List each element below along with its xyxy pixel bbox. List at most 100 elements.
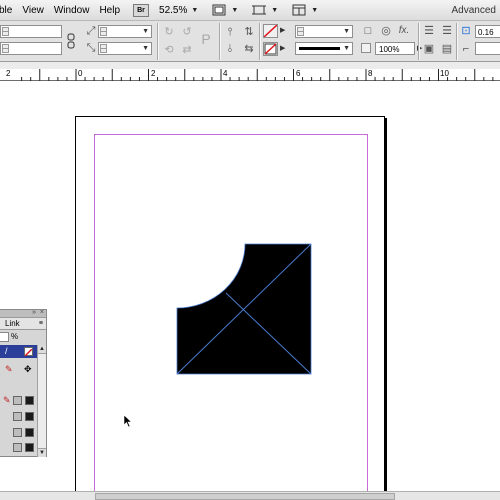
ruler-spacer: [0, 62, 500, 69]
ruler-label: 2: [151, 69, 156, 78]
ruler-label: 4: [223, 69, 228, 78]
swatch-gray-icon: [13, 396, 22, 405]
view-options-button[interactable]: ▼: [212, 4, 238, 16]
flip-horizontal-icon[interactable]: ⫯: [223, 25, 237, 39]
constrain-proportions-icon[interactable]: [66, 33, 76, 49]
panel-title-bar[interactable]: » ×: [0, 309, 46, 318]
close-panel-icon[interactable]: ×: [40, 309, 44, 317]
stroke-type-dropdown[interactable]: ▼: [295, 42, 353, 55]
mouse-cursor-icon: [123, 414, 133, 428]
swatch-row[interactable]: [0, 426, 37, 439]
swatch-row[interactable]: [0, 410, 37, 423]
swatch-mixed-icon: [25, 412, 34, 421]
swatch-row[interactable]: ✎: [0, 394, 37, 407]
screen-mode-button[interactable]: ▼: [252, 4, 278, 16]
control-panel: ⤢ ⤡ ▼ ▼ ↻ ↺ P ⟲ ⇄ ⫯ ⫰ ⇅ ⇆ ▶ ▶ ▼ ▼ □ ◎ fx…: [0, 21, 500, 62]
ruler-label: 6: [296, 69, 301, 78]
chevron-down-icon: ▼: [271, 6, 279, 14]
distribute-icon[interactable]: ▣: [422, 42, 436, 56]
ruler-label: 10: [440, 69, 449, 78]
scale-y-icon: ⤡: [86, 42, 96, 54]
bridge-button[interactable]: Br: [133, 3, 150, 17]
fit-content-icon[interactable]: ▤: [440, 42, 454, 56]
effects-icon-a[interactable]: ◎: [379, 24, 393, 38]
panel-scrollbar[interactable]: ▲ ▼: [37, 345, 46, 457]
select-container-icon[interactable]: ⇅: [242, 25, 256, 39]
flip-vertical-icon[interactable]: ⫰: [223, 42, 237, 56]
screen-mode-icon: [252, 5, 267, 15]
panel-tab[interactable]: Link ≡: [0, 318, 46, 330]
scroll-down-icon[interactable]: ▼: [38, 448, 46, 457]
flip-icon[interactable]: ⇄: [180, 43, 194, 57]
pencil-icon: ✎: [5, 364, 13, 374]
fit-frame-icon[interactable]: ⊡: [459, 24, 473, 38]
arrange-documents-button[interactable]: ▼: [292, 4, 318, 16]
align-left-icon[interactable]: ☰: [422, 24, 436, 38]
chevron-down-icon: ▼: [311, 6, 319, 14]
swatch-row[interactable]: [0, 441, 37, 454]
opacity-checkbox[interactable]: [361, 43, 371, 53]
menu-help[interactable]: Help: [94, 0, 125, 21]
horizontal-scrollbar[interactable]: [0, 491, 500, 500]
arrange-documents-icon: [292, 4, 306, 16]
tint-field[interactable]: [0, 332, 9, 342]
fx-icon[interactable]: fx.: [397, 24, 411, 38]
select-content-icon[interactable]: ⇆: [242, 42, 256, 56]
scroll-up-icon[interactable]: ▲: [38, 345, 46, 354]
width-field[interactable]: ▼: [98, 25, 152, 38]
zoom-dropdown-icon[interactable]: ▼: [191, 7, 198, 14]
swatch-mixed-icon: [25, 428, 34, 437]
menu-bar: ble View Window Help Br 52.5% ▼ ▼ ▼ ▼ Ad…: [0, 0, 500, 21]
opacity-field[interactable]: 100%: [375, 42, 415, 55]
scrollbar-thumb[interactable]: [95, 493, 395, 500]
swatches-panel: » × Link ≡ % / ✎ ✥ ✎ ▲ ▼: [0, 309, 47, 457]
height-field[interactable]: ▼: [98, 42, 152, 55]
horizontal-ruler[interactable]: 2 0 2 4 6 8 10: [0, 69, 500, 81]
workspace-switcher[interactable]: Advanced: [452, 0, 496, 21]
type-on-path-icon[interactable]: P: [199, 32, 213, 46]
menu-view[interactable]: View: [17, 0, 49, 21]
stroke-dropdown-icon[interactable]: ▶: [280, 42, 285, 55]
fill-dropdown-icon[interactable]: ▶: [280, 24, 285, 37]
menu-window[interactable]: Window: [49, 0, 95, 21]
menu-table[interactable]: ble: [0, 0, 17, 21]
swatch-none-row[interactable]: /: [0, 345, 37, 358]
chevron-down-icon: ▼: [231, 6, 239, 14]
drop-shadow-icon[interactable]: □: [361, 24, 375, 38]
swatch-registration-row[interactable]: ✎ ✥: [0, 363, 37, 376]
panel-menu-icon[interactable]: ≡: [31, 320, 43, 327]
swatch-mixed-icon: [25, 396, 34, 405]
panel-tab-label: Link: [5, 319, 20, 328]
align-center-icon[interactable]: ☰: [440, 24, 454, 38]
x-position-field[interactable]: [0, 25, 62, 38]
view-options-icon: [212, 4, 226, 16]
stroke-none-swatch[interactable]: [263, 42, 278, 56]
swatch-none-icon: [24, 347, 33, 357]
swatch-gray-icon: [13, 428, 22, 437]
fill-none-swatch[interactable]: [263, 24, 278, 38]
ruler-ticks: [21, 69, 494, 81]
tint-unit: %: [11, 332, 19, 341]
corner-shape-field[interactable]: [475, 42, 500, 55]
y-position-field[interactable]: [0, 42, 62, 55]
swatch-mixed-icon: [25, 443, 34, 452]
swatch-gray-icon: [13, 412, 22, 421]
registration-icon: ✥: [24, 364, 32, 374]
rotate-cw-icon[interactable]: ↻: [162, 25, 176, 39]
tint-row: %: [0, 330, 46, 344]
collapse-panel-icon[interactable]: »: [32, 309, 36, 317]
slash-icon: /: [5, 346, 8, 356]
scale-x-icon: ⤢: [86, 25, 96, 37]
ruler-label: 0: [78, 69, 83, 78]
stroke-weight-field[interactable]: ▼: [295, 25, 353, 38]
shear-icon[interactable]: ⟲: [162, 43, 176, 57]
ruler-label: 8: [368, 69, 373, 78]
pencil-icon: ✎: [3, 395, 11, 405]
zoom-level[interactable]: 52.5%: [159, 5, 187, 16]
swatch-gray-icon: [13, 443, 22, 452]
ruler-label: 2: [6, 69, 11, 78]
rounded-corner-frame[interactable]: [175, 242, 315, 378]
stroke-weight-mini-field[interactable]: 0.16: [475, 25, 500, 38]
corner-options-icon[interactable]: ⌐: [459, 42, 473, 56]
rotate-ccw-icon[interactable]: ↺: [180, 25, 194, 39]
